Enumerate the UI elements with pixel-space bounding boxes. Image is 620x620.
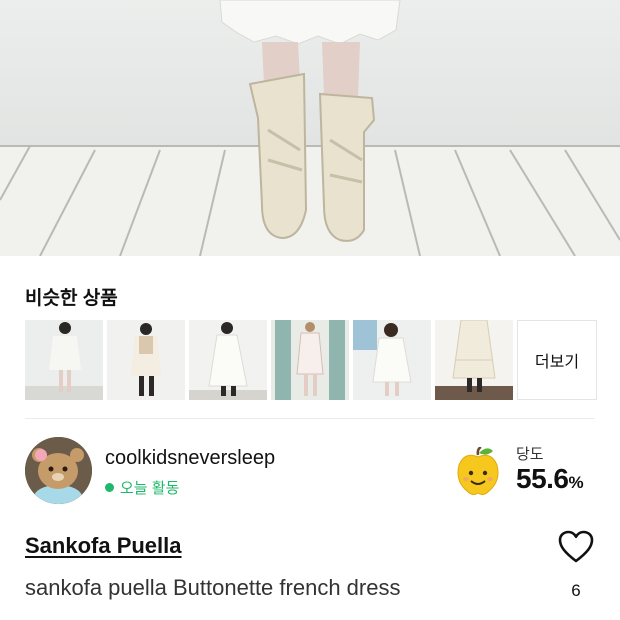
- similar-products-title: 비슷한 상품: [25, 288, 118, 309]
- similar-product-thumbnail[interactable]: [435, 320, 513, 400]
- more-button[interactable]: 더보기: [517, 320, 597, 400]
- sweetness-label: 당도: [516, 446, 544, 463]
- product-photo[interactable]: [0, 0, 620, 256]
- heart-outline-icon[interactable]: [558, 530, 594, 564]
- seller-info[interactable]: coolkidsneversleep 오늘 활동 당도 55.6%: [25, 437, 595, 507]
- sweetness-unit: %: [568, 473, 584, 492]
- seller-avatar[interactable]: [25, 437, 92, 504]
- sweetness-rating: 당도 55.6%: [455, 437, 595, 507]
- like-count: 6: [571, 581, 581, 600]
- similar-product-thumbnail[interactable]: [25, 320, 103, 400]
- sweetness-value: 55.6%: [516, 463, 584, 495]
- activity-label: 오늘 활동: [120, 480, 180, 497]
- similar-products-list: 더보기: [25, 320, 597, 400]
- similar-product-thumbnail[interactable]: [107, 320, 185, 400]
- brand-link[interactable]: Sankofa Puella: [25, 533, 182, 559]
- similar-product-thumbnail[interactable]: [189, 320, 267, 400]
- online-dot-icon: [105, 483, 114, 492]
- divider: [25, 418, 595, 419]
- product-photo-illustration: [0, 0, 620, 256]
- seller-activity-status: 오늘 활동: [105, 477, 179, 498]
- smiling-apple-icon: [457, 447, 499, 496]
- similar-product-thumbnail[interactable]: [271, 320, 349, 400]
- sweetness-number: 55.6: [516, 463, 569, 494]
- similar-product-thumbnail[interactable]: [353, 320, 431, 400]
- product-title: sankofa puella Buttonette french dress: [25, 575, 401, 600]
- seller-name[interactable]: coolkidsneversleep: [105, 447, 275, 470]
